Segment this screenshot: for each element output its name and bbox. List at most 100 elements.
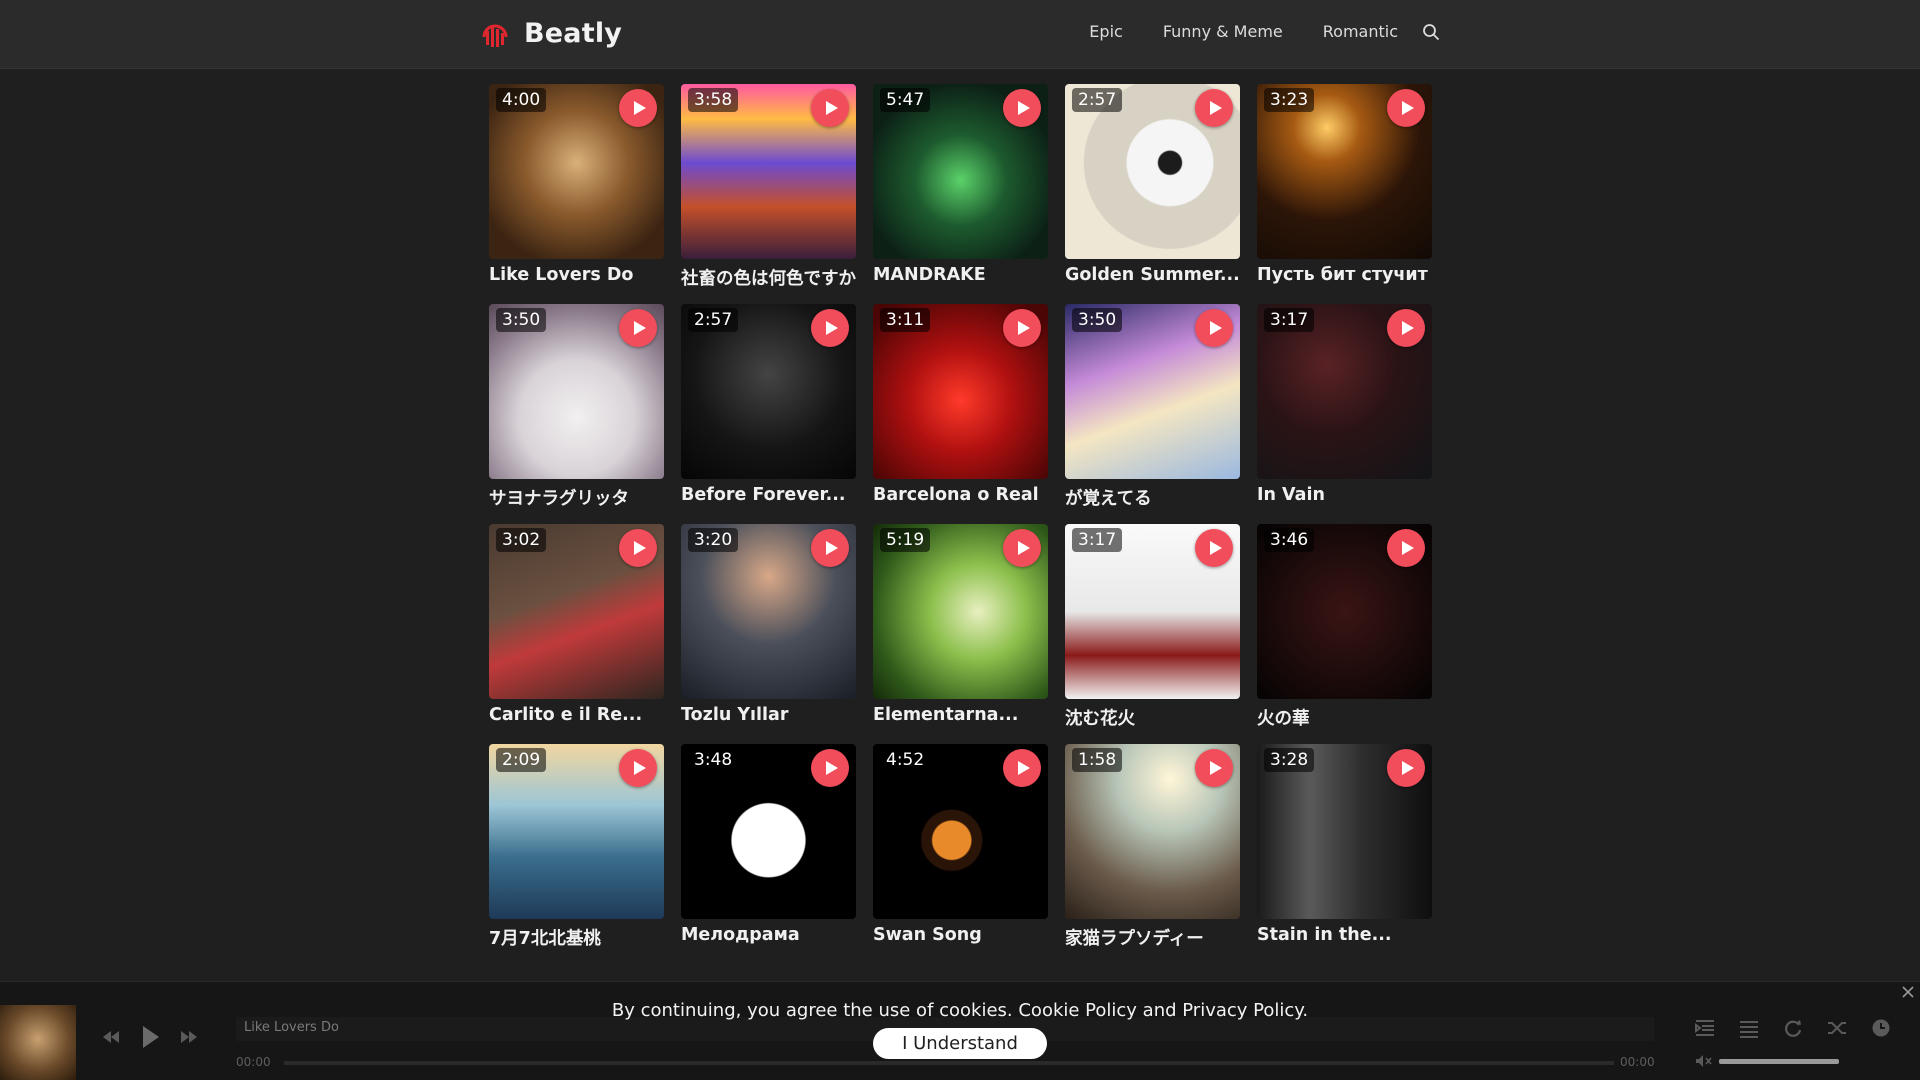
play-button[interactable] — [1195, 529, 1233, 567]
song-card[interactable]: 3:48 Мелодрама — [681, 744, 856, 945]
cookie-message: By continuing, you agree the use of cook… — [611, 1000, 1309, 1021]
play-button[interactable] — [1003, 749, 1041, 787]
song-title[interactable]: Barcelona o Real — [873, 485, 1048, 505]
song-duration: 3:58 — [688, 88, 739, 112]
song-title[interactable]: Tozlu Yıllar — [681, 705, 856, 725]
song-title[interactable]: Swan Song — [873, 925, 1048, 945]
song-title[interactable]: 社畜の色は何色ですか — [681, 265, 856, 290]
song-title[interactable]: 火の華 — [1257, 705, 1432, 730]
search-icon[interactable] — [1422, 23, 1440, 41]
song-grid: 4:00 Like Lovers Do 3:58 社畜の色は何色ですか 5:47… — [489, 84, 1432, 949]
song-card[interactable]: 2:57 Golden Summer... — [1065, 84, 1240, 285]
song-title[interactable]: が覚えてる — [1065, 485, 1240, 510]
song-card[interactable]: 3:28 Stain in the... — [1257, 744, 1432, 945]
song-cover[interactable]: 3:17 — [1065, 524, 1240, 699]
song-cover[interactable]: 3:50 — [1065, 304, 1240, 479]
nav-funny-meme[interactable]: Funny & Meme — [1163, 22, 1283, 41]
play-button[interactable] — [1387, 309, 1425, 347]
song-cover[interactable]: 2:09 — [489, 744, 664, 919]
song-cover[interactable]: 2:57 — [1065, 84, 1240, 259]
song-title[interactable]: In Vain — [1257, 485, 1432, 505]
play-button[interactable] — [1003, 89, 1041, 127]
song-cover[interactable]: 4:00 — [489, 84, 664, 259]
song-card[interactable]: 4:52 Swan Song — [873, 744, 1048, 945]
song-title[interactable]: MANDRAKE — [873, 265, 1048, 285]
song-card[interactable]: 1:58 家猫ラプソディー — [1065, 744, 1240, 949]
song-card[interactable]: 3:50 が覚えてる — [1065, 304, 1240, 509]
song-cover[interactable]: 5:19 — [873, 524, 1048, 699]
play-icon — [1017, 321, 1030, 335]
play-button[interactable] — [1195, 309, 1233, 347]
song-title[interactable]: 家猫ラプソディー — [1065, 925, 1240, 950]
song-cover[interactable]: 3:11 — [873, 304, 1048, 479]
song-title[interactable]: Elementarna... — [873, 705, 1048, 725]
song-card[interactable]: 3:50 サヨナラグリッタ — [489, 304, 664, 509]
play-button[interactable] — [1387, 89, 1425, 127]
song-title[interactable]: 7月7北北基桃 — [489, 925, 664, 950]
logo[interactable]: Beatly — [480, 17, 622, 49]
song-card[interactable]: 3:17 沈む花火 — [1065, 524, 1240, 729]
song-title[interactable]: Пусть бит стучит — [1257, 265, 1432, 285]
play-button[interactable] — [1195, 89, 1233, 127]
song-cover[interactable]: 1:58 — [1065, 744, 1240, 919]
play-button[interactable] — [619, 529, 657, 567]
song-title[interactable]: サヨナラグリッタ — [489, 485, 664, 510]
song-duration: 4:52 — [880, 748, 931, 772]
play-button[interactable] — [811, 89, 849, 127]
song-cover[interactable]: 3:28 — [1257, 744, 1432, 919]
song-card[interactable]: 5:19 Elementarna... — [873, 524, 1048, 725]
song-cover[interactable]: 5:47 — [873, 84, 1048, 259]
play-button[interactable] — [1195, 749, 1233, 787]
song-cover[interactable]: 3:50 — [489, 304, 664, 479]
play-button[interactable] — [1387, 749, 1425, 787]
close-icon[interactable] — [1900, 984, 1916, 1000]
song-card[interactable]: 5:47 MANDRAKE — [873, 84, 1048, 285]
song-card[interactable]: 3:46 火の華 — [1257, 524, 1432, 729]
song-cover[interactable]: 3:23 — [1257, 84, 1432, 259]
song-title[interactable]: Golden Summer... — [1065, 265, 1240, 285]
song-card[interactable]: 3:02 Carlito e il Re... — [489, 524, 664, 725]
play-button[interactable] — [811, 749, 849, 787]
song-cover[interactable]: 2:57 — [681, 304, 856, 479]
song-title[interactable]: Before Forever... — [681, 485, 856, 505]
song-card[interactable]: 2:09 7月7北北基桃 — [489, 744, 664, 949]
play-icon — [1209, 321, 1222, 335]
song-cover[interactable]: 3:20 — [681, 524, 856, 699]
song-cover[interactable]: 3:48 — [681, 744, 856, 919]
play-button[interactable] — [811, 529, 849, 567]
play-button[interactable] — [1003, 529, 1041, 567]
play-button[interactable] — [811, 309, 849, 347]
play-button[interactable] — [619, 749, 657, 787]
song-card[interactable]: 3:11 Barcelona o Real — [873, 304, 1048, 505]
play-button[interactable] — [619, 309, 657, 347]
cookie-accept-button[interactable]: I Understand — [873, 1028, 1047, 1059]
play-button[interactable] — [619, 89, 657, 127]
song-title[interactable]: Like Lovers Do — [489, 265, 664, 285]
play-icon — [825, 101, 838, 115]
song-cover[interactable]: 3:58 — [681, 84, 856, 259]
play-icon — [1209, 101, 1222, 115]
song-cover[interactable]: 3:17 — [1257, 304, 1432, 479]
song-card[interactable]: 3:20 Tozlu Yıllar — [681, 524, 856, 725]
play-icon — [825, 321, 838, 335]
play-button[interactable] — [1387, 529, 1425, 567]
song-cover[interactable]: 4:52 — [873, 744, 1048, 919]
song-cover[interactable]: 3:46 — [1257, 524, 1432, 699]
song-cover[interactable]: 3:02 — [489, 524, 664, 699]
song-title[interactable]: Stain in the... — [1257, 925, 1432, 945]
nav-epic[interactable]: Epic — [1089, 22, 1123, 41]
song-card[interactable]: 3:17 In Vain — [1257, 304, 1432, 505]
song-card[interactable]: 3:58 社畜の色は何色ですか — [681, 84, 856, 289]
song-card[interactable]: 4:00 Like Lovers Do — [489, 84, 664, 285]
play-icon — [1017, 541, 1030, 555]
song-title[interactable]: Carlito e il Re... — [489, 705, 664, 725]
nav-romantic[interactable]: Romantic — [1323, 22, 1398, 41]
progress-bar[interactable] — [284, 1061, 1614, 1065]
song-card[interactable]: 2:57 Before Forever... — [681, 304, 856, 505]
song-card[interactable]: 3:23 Пусть бит стучит — [1257, 84, 1432, 285]
song-title[interactable]: Мелодрама — [681, 925, 856, 945]
song-title[interactable]: 沈む花火 — [1065, 705, 1240, 730]
play-button[interactable] — [1003, 309, 1041, 347]
song-duration: 5:47 — [880, 88, 931, 112]
song-duration: 2:09 — [496, 748, 547, 772]
